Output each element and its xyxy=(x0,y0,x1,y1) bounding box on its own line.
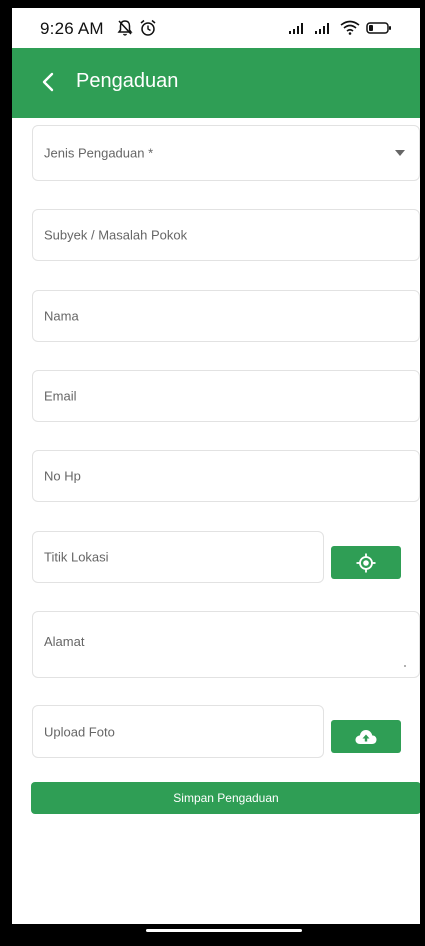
app-bar: Pengaduan xyxy=(12,48,420,118)
status-icons-right xyxy=(288,20,392,35)
jenis-pengaduan-select[interactable]: Jenis Pengaduan * xyxy=(32,125,420,181)
status-bar: 9:26 AM xyxy=(12,8,420,48)
signal-icon-2 xyxy=(315,22,329,34)
signal-icon xyxy=(289,22,303,34)
upload-foto-label: Upload Foto xyxy=(44,724,115,739)
chevron-left-icon xyxy=(42,72,54,92)
wifi-icon xyxy=(340,20,360,35)
no-hp-label: No Hp xyxy=(44,468,81,484)
status-icons-left xyxy=(117,19,157,37)
battery-icon xyxy=(366,21,391,34)
subyek-input[interactable]: Subyek / Masalah Pokok xyxy=(32,209,420,261)
email-input[interactable]: Email xyxy=(32,370,420,422)
upload-photo-button[interactable] xyxy=(331,720,401,753)
notifications-muted-icon xyxy=(117,20,133,36)
titik-lokasi-label: Titik Lokasi xyxy=(44,549,109,565)
jenis-pengaduan-label: Jenis Pengaduan * xyxy=(44,145,154,161)
nama-label: Nama xyxy=(44,308,79,324)
home-indicator[interactable] xyxy=(146,929,302,932)
subyek-label: Subyek / Masalah Pokok xyxy=(44,227,188,243)
titik-lokasi-input[interactable]: Titik Lokasi xyxy=(32,531,324,583)
status-time: 9:26 AM xyxy=(40,19,104,38)
system-nav-bar xyxy=(12,924,420,938)
back-button[interactable] xyxy=(34,68,62,96)
gps-target-icon xyxy=(356,553,376,572)
alamat-label: Alamat xyxy=(44,634,85,649)
phone-screen: 9:26 AM Pengaduan Jenis Pengaduan * Suby… xyxy=(12,8,420,938)
alamat-textarea[interactable]: Alamat xyxy=(32,611,420,678)
nama-input[interactable]: Nama xyxy=(32,290,420,342)
upload-foto-input[interactable]: Upload Foto xyxy=(32,705,324,758)
email-label: Email xyxy=(44,388,77,404)
cloud-upload-icon xyxy=(355,729,377,744)
resize-handle xyxy=(404,665,406,667)
no-hp-input[interactable]: No Hp xyxy=(32,450,420,502)
page-title: Pengaduan xyxy=(76,70,179,92)
caret-down-icon xyxy=(395,150,405,156)
simpan-pengaduan-button[interactable]: Simpan Pengaduan xyxy=(31,782,420,814)
alarm-icon xyxy=(140,19,156,36)
get-location-button[interactable] xyxy=(331,546,401,579)
